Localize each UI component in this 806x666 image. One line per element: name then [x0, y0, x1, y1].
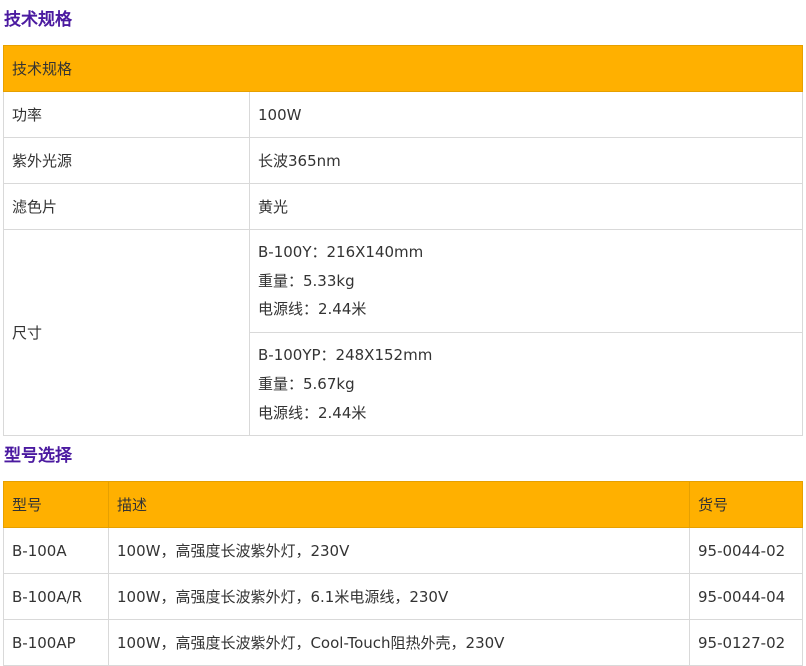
sku-cell: 95-0044-04	[689, 573, 803, 620]
size-variant-2-weight: 重量：5.67kg	[258, 374, 355, 393]
table-row: 尺寸 B-100Y：216X140mm 重量：5.33kg 电源线：2.44米	[3, 228, 804, 437]
spec-table-header-row: 技术规格	[2, 45, 804, 92]
model-cell: B-100A	[3, 527, 109, 574]
size-variant-2: B-100YP：248X152mm 重量：5.67kg 电源线：2.44米	[248, 332, 804, 437]
spec-table-header: 技术规格	[2, 45, 804, 92]
size-variant-1: B-100Y：216X140mm 重量：5.33kg 电源线：2.44米	[248, 228, 804, 334]
table-row: B-100A/R 100W，高强度长波紫外灯，6.1米电源线，230V 95-0…	[3, 573, 803, 620]
spec-label-filter: 滤色片	[3, 183, 250, 230]
description-cell: 100W，高强度长波紫外灯，230V	[108, 527, 690, 574]
spec-value-filter: 黄光	[248, 183, 804, 230]
table-row: B-100A 100W，高强度长波紫外灯，230V 95-0044-02	[3, 527, 803, 574]
table-row: 紫外光源 长波365nm	[3, 137, 804, 184]
spec-label-uv-source: 紫外光源	[3, 137, 250, 184]
description-cell: 100W，高强度长波紫外灯，6.1米电源线，230V	[108, 573, 690, 620]
description-cell: 100W，高强度长波紫外灯，Cool-Touch阻热外壳，230V	[108, 619, 690, 666]
spec-section-title: 技术规格	[4, 10, 72, 30]
size-variant-1-cord: 电源线：2.44米	[258, 300, 367, 319]
sku-cell: 95-0044-02	[689, 527, 803, 574]
models-section-title: 型号选择	[4, 446, 72, 466]
models-table-header-row: 型号 描述 货号	[3, 481, 803, 528]
size-variant-2-model: B-100YP：248X152mm	[258, 346, 433, 365]
table-row: 功率 100W	[3, 91, 804, 138]
size-variant-1-model: B-100Y：216X140mm	[258, 243, 424, 261]
spec-value-uv-source: 长波365nm	[248, 137, 804, 184]
models-table: 型号 描述 货号 B-100A 100W，高强度长波紫外灯，230V 95-00…	[3, 481, 803, 666]
header-description: 描述	[108, 481, 690, 528]
spec-value-power: 100W	[248, 91, 804, 138]
header-model: 型号	[3, 481, 109, 528]
model-cell: B-100AP	[3, 619, 109, 666]
spec-label-size: 尺寸	[3, 228, 250, 437]
model-cell: B-100A/R	[3, 573, 109, 620]
table-row: 滤色片 黄光	[3, 183, 804, 230]
table-row: B-100AP 100W，高强度长波紫外灯，Cool-Touch阻热外壳，230…	[3, 619, 803, 666]
spec-label-power: 功率	[3, 91, 250, 138]
size-variant-2-cord: 电源线：2.44米	[258, 403, 367, 422]
spec-table: 技术规格 功率 100W 紫外光源 长波365nm 滤色片 黄光 尺寸 B-10…	[2, 45, 804, 437]
size-variant-1-weight: 重量：5.33kg	[258, 271, 355, 290]
header-sku: 货号	[689, 481, 803, 528]
sku-cell: 95-0127-02	[689, 619, 803, 666]
